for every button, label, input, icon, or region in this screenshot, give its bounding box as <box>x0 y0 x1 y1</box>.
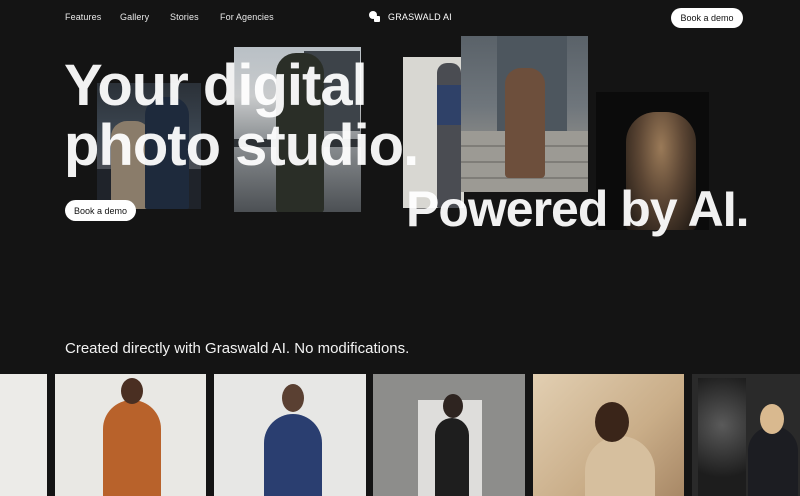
gallery-caption: Created directly with Graswald AI. No mo… <box>65 340 410 357</box>
hero-headline-line-1: Your digital <box>64 53 368 118</box>
nav-link-gallery[interactable]: Gallery <box>120 12 149 22</box>
hero-headline-line-3: Powered by AI. <box>406 181 750 237</box>
brand-name: GRASWALD AI <box>388 11 452 22</box>
graswald-logo-icon <box>369 11 380 22</box>
gallery-photo-4 <box>373 374 525 496</box>
gallery-photo-5 <box>533 374 684 496</box>
nav-link-stories[interactable]: Stories <box>170 12 199 22</box>
hero-book-demo-button[interactable]: Book a demo <box>65 200 136 221</box>
gallery-photo-3 <box>214 374 366 496</box>
gallery-photo-6 <box>692 374 800 496</box>
gallery-photo-2 <box>55 374 206 496</box>
hero-photo-woman-steps <box>461 36 588 192</box>
nav-link-features[interactable]: Features <box>65 12 101 22</box>
nav-link-for-agencies[interactable]: For Agencies <box>220 12 274 22</box>
gallery-photo-1 <box>0 374 47 496</box>
brand[interactable]: GRASWALD AI <box>369 11 452 22</box>
nav-book-demo-button[interactable]: Book a demo <box>671 8 743 28</box>
hero-headline-line-2: photo studio. <box>64 113 419 178</box>
